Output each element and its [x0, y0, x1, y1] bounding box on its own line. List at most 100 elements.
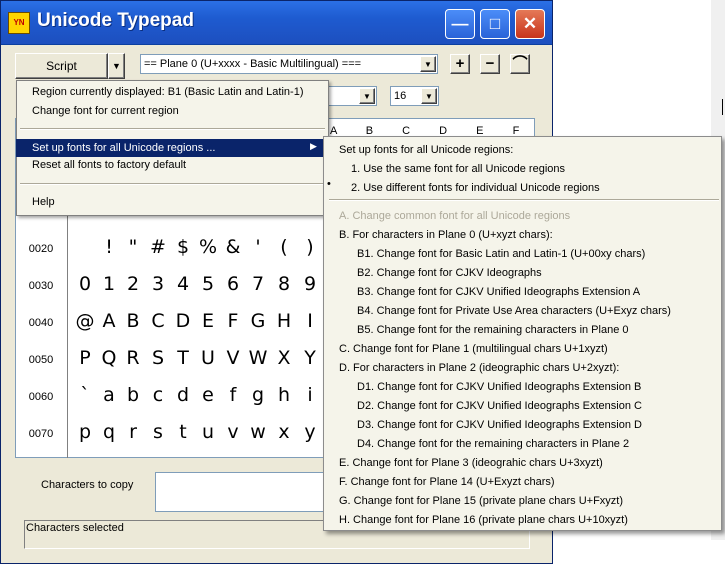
- script-dropdown-arrow[interactable]: ▼: [108, 53, 125, 79]
- submenu-item-d3[interactable]: D3. Change font for CJKV Unified Ideogra…: [357, 416, 642, 435]
- characters-selected-label: Characters selected: [26, 522, 124, 534]
- grid-character-cell[interactable]: B: [120, 310, 146, 332]
- submenu-item-d2[interactable]: D2. Change font for CJKV Unified Ideogra…: [357, 397, 642, 416]
- grid-character-cell[interactable]: G: [245, 310, 271, 332]
- submenu-option-different-fonts[interactable]: 2. Use different fonts for individual Un…: [351, 179, 600, 198]
- grid-character-cell[interactable]: Q: [96, 347, 122, 369]
- grid-character-cell[interactable]: D: [170, 310, 196, 332]
- grid-character-cell[interactable]: #: [145, 236, 171, 258]
- size-select[interactable]: 16 ▼: [390, 86, 439, 106]
- submenu-heading-plane0[interactable]: B. For characters in Plane 0 (U+xyzt cha…: [339, 226, 553, 245]
- grid-character-cell[interactable]: 1: [96, 273, 122, 295]
- grid-character-cell[interactable]: i: [297, 384, 323, 406]
- grid-character-cell[interactable]: 4: [170, 273, 196, 295]
- submenu-item-b2[interactable]: B2. Change font for CJKV Ideographs: [357, 264, 542, 283]
- grid-character-cell[interactable]: x: [271, 421, 297, 443]
- grid-character-cell[interactable]: ): [297, 236, 323, 258]
- tilde-button[interactable]: ⌒: [510, 54, 530, 74]
- submenu-item-b4[interactable]: B4. Change font for Private Use Area cha…: [357, 302, 671, 321]
- grid-character-cell[interactable]: e: [195, 384, 221, 406]
- grid-character-cell[interactable]: 3: [145, 273, 171, 295]
- grid-character-cell[interactable]: F: [220, 310, 246, 332]
- menu-item-region-displayed[interactable]: Region currently displayed: B1 (Basic La…: [16, 83, 329, 101]
- remove-button[interactable]: −: [480, 54, 500, 74]
- grid-character-cell[interactable]: u: [195, 421, 221, 443]
- grid-row-label: 0060: [28, 391, 54, 403]
- characters-to-copy-field[interactable]: [155, 472, 325, 512]
- grid-character-cell[interactable]: b: [120, 384, 146, 406]
- grid-character-cell[interactable]: 0: [72, 273, 98, 295]
- font-select[interactable]: ▼: [323, 86, 377, 106]
- grid-character-cell[interactable]: s: [145, 421, 171, 443]
- submenu-item-plane3[interactable]: E. Change font for Plane 3 (ideograhic c…: [339, 454, 603, 473]
- grid-character-cell[interactable]: a: [96, 384, 122, 406]
- maximize-button[interactable]: □: [480, 9, 510, 39]
- grid-character-cell[interactable]: @: [72, 310, 98, 332]
- grid-character-cell[interactable]: V: [220, 347, 246, 369]
- menu-item-setup-fonts[interactable]: Set up fonts for all Unicode regions ...: [16, 139, 329, 157]
- submenu-item-plane1[interactable]: C. Change font for Plane 1 (multilingual…: [339, 340, 608, 359]
- grid-character-cell[interactable]: r: [120, 421, 146, 443]
- grid-character-cell[interactable]: Y: [297, 347, 323, 369]
- submenu-item-plane15[interactable]: G. Change font for Plane 15 (private pla…: [339, 492, 623, 511]
- grid-character-cell[interactable]: $: [170, 236, 196, 258]
- grid-character-cell[interactable]: S: [145, 347, 171, 369]
- grid-character-cell[interactable]: H: [271, 310, 297, 332]
- grid-character-cell[interactable]: 7: [245, 273, 271, 295]
- grid-character-cell[interactable]: p: [72, 421, 98, 443]
- grid-character-cell[interactable]: C: [145, 310, 171, 332]
- grid-character-cell[interactable]: T: [170, 347, 196, 369]
- chevron-down-icon[interactable]: ▼: [420, 56, 436, 72]
- submenu-item-d1[interactable]: D1. Change font for CJKV Unified Ideogra…: [357, 378, 641, 397]
- plane-select[interactable]: == Plane 0 (U+xxxx - Basic Multilingual)…: [140, 54, 438, 74]
- grid-character-cell[interactable]: 2: [120, 273, 146, 295]
- submenu-item-b3[interactable]: B3. Change font for CJKV Unified Ideogra…: [357, 283, 640, 302]
- submenu-item-plane14[interactable]: F. Change font for Plane 14 (U+Exyzt cha…: [339, 473, 555, 492]
- submenu-item-b5[interactable]: B5. Change font for the remaining charac…: [357, 321, 629, 340]
- grid-character-cell[interactable]: U: [195, 347, 221, 369]
- grid-character-cell[interactable]: f: [220, 384, 246, 406]
- add-button[interactable]: +: [450, 54, 470, 74]
- grid-character-cell[interactable]: h: [271, 384, 297, 406]
- grid-character-cell[interactable]: `: [72, 384, 98, 406]
- grid-character-cell[interactable]: A: [96, 310, 122, 332]
- grid-character-cell[interactable]: y: [297, 421, 323, 443]
- grid-character-cell[interactable]: d: [170, 384, 196, 406]
- submenu-heading-plane2[interactable]: D. For characters in Plane 2 (ideographi…: [339, 359, 619, 378]
- title-bar[interactable]: YN Unicode Typepad — □ ✕: [1, 1, 552, 45]
- grid-character-cell[interactable]: W: [245, 347, 271, 369]
- close-button[interactable]: ✕: [515, 9, 545, 39]
- grid-character-cell[interactable]: 8: [271, 273, 297, 295]
- grid-character-cell[interactable]: c: [145, 384, 171, 406]
- chevron-down-icon[interactable]: ▼: [421, 88, 437, 104]
- grid-character-cell[interactable]: E: [195, 310, 221, 332]
- grid-character-cell[interactable]: 5: [195, 273, 221, 295]
- grid-character-cell[interactable]: ': [245, 236, 271, 258]
- grid-character-cell[interactable]: t: [170, 421, 196, 443]
- grid-character-cell[interactable]: X: [271, 347, 297, 369]
- grid-character-cell[interactable]: w: [245, 421, 271, 443]
- menu-item-help[interactable]: Help: [16, 193, 329, 211]
- submenu-item-d4[interactable]: D4. Change font for the remaining charac…: [357, 435, 629, 454]
- minimize-button[interactable]: —: [445, 9, 475, 39]
- submenu-option-same-font[interactable]: 1. Use the same font for all Unicode reg…: [351, 160, 565, 179]
- menu-item-reset-fonts[interactable]: Reset all fonts to factory default: [16, 156, 329, 174]
- grid-character-cell[interactable]: !: [96, 236, 122, 258]
- grid-character-cell[interactable]: %: [195, 236, 221, 258]
- grid-character-cell[interactable]: P: [72, 347, 98, 369]
- grid-character-cell[interactable]: 6: [220, 273, 246, 295]
- grid-character-cell[interactable]: v: [220, 421, 246, 443]
- grid-character-cell[interactable]: &: [220, 236, 246, 258]
- grid-character-cell[interactable]: ": [120, 236, 146, 258]
- script-button[interactable]: Script: [15, 53, 108, 79]
- submenu-item-b1[interactable]: B1. Change font for Basic Latin and Lati…: [357, 245, 645, 264]
- grid-character-cell[interactable]: 9: [297, 273, 323, 295]
- menu-item-change-font-current[interactable]: Change font for current region: [16, 102, 329, 120]
- grid-character-cell[interactable]: I: [297, 310, 323, 332]
- grid-character-cell[interactable]: (: [271, 236, 297, 258]
- grid-character-cell[interactable]: R: [120, 347, 146, 369]
- chevron-down-icon[interactable]: ▼: [359, 88, 375, 104]
- grid-character-cell[interactable]: q: [96, 421, 122, 443]
- grid-character-cell[interactable]: g: [245, 384, 271, 406]
- submenu-item-plane16[interactable]: H. Change font for Plane 16 (private pla…: [339, 511, 628, 530]
